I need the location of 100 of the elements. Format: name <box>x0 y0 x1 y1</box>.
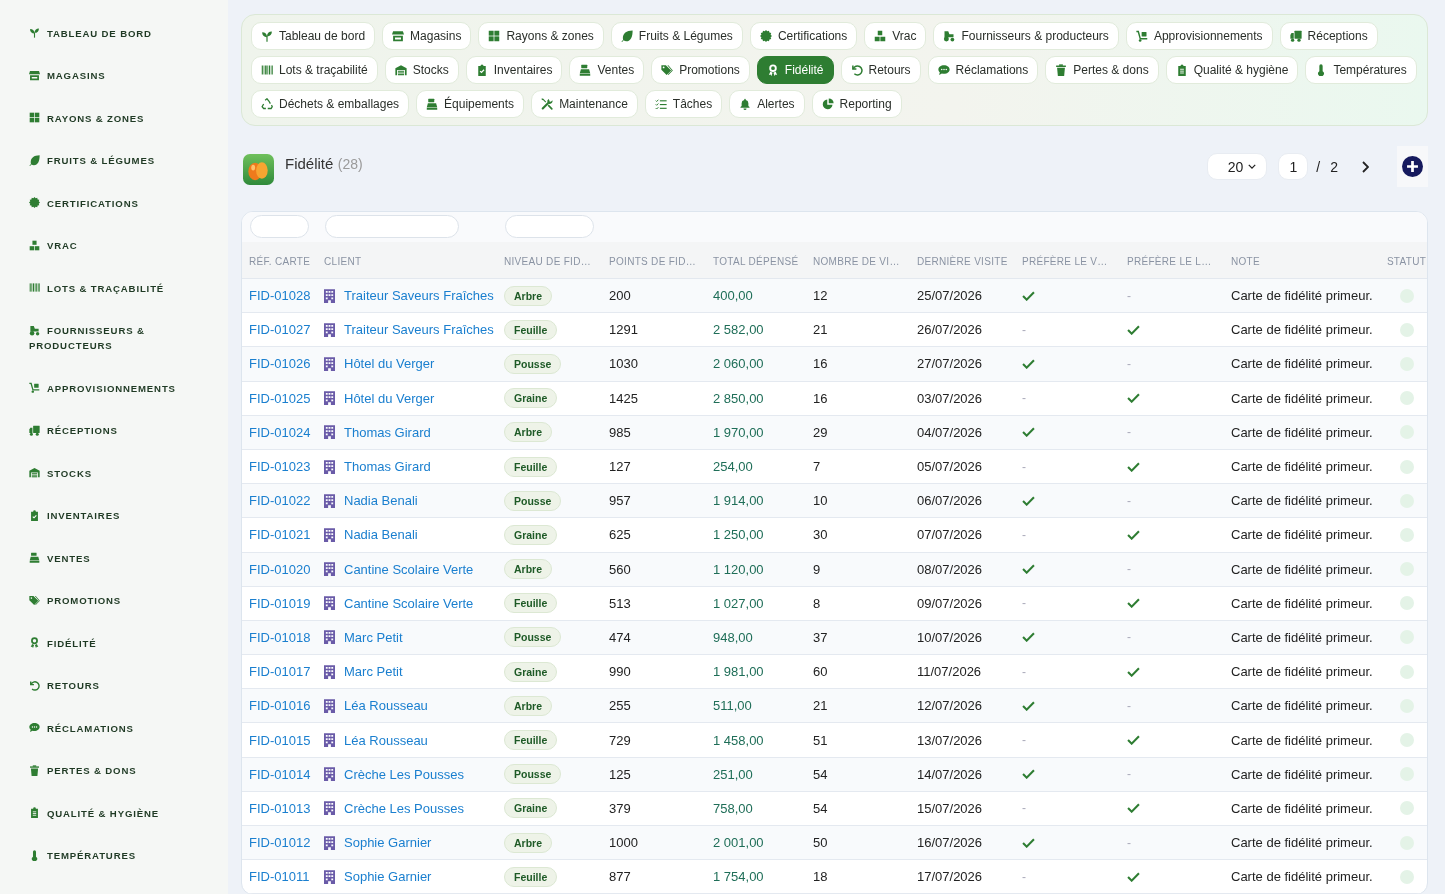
nav-tab[interactable]: Rayons & zones <box>478 22 604 50</box>
table-row[interactable]: FID-01019 Cantine Scolaire Verte Feuille 513 1 027,00 8 09/07/2026 - Carte de fidélité primeur. <box>242 586 1427 621</box>
nav-tab[interactable]: Pertes & dons <box>1045 56 1159 84</box>
page-size-select[interactable]: 20 <box>1206 153 1268 180</box>
sidebar-item[interactable]: FRUITS & LÉGUMES <box>0 139 228 182</box>
nav-tab[interactable]: Réceptions <box>1279 22 1378 50</box>
nav-tab[interactable]: Stocks <box>384 56 459 84</box>
table-row[interactable]: FID-01012 Sophie Garnier Arbre 1000 2 001,00 50 16/07/2026 - Carte de fidélité primeur. <box>242 826 1427 861</box>
nav-tab[interactable]: Certifications <box>749 22 858 50</box>
nav-tab[interactable]: Lots & traçabilité <box>251 56 378 84</box>
card-ref-link[interactable]: FID-01011 <box>249 869 310 885</box>
nav-tab[interactable]: Fidélité <box>756 56 834 84</box>
nav-tab[interactable]: Déchets & emballages <box>251 90 410 118</box>
client-link[interactable]: Hôtel du Verger <box>344 356 435 372</box>
sidebar-item[interactable]: FOURNISSEURS & PRODUCTEURS <box>0 309 228 367</box>
card-ref-link[interactable]: FID-01024 <box>249 424 311 440</box>
nav-tab[interactable]: Reporting <box>811 90 902 118</box>
sidebar-item[interactable]: VENTES <box>0 537 228 580</box>
client-link[interactable]: Marc Petit <box>344 629 403 645</box>
sidebar-item[interactable]: LOTS & TRAÇABILITÉ <box>0 267 228 310</box>
nav-tab[interactable]: Promotions <box>651 56 750 84</box>
client-link[interactable]: Léa Rousseau <box>344 732 428 748</box>
client-link[interactable]: Nadia Benali <box>344 527 418 543</box>
client-link[interactable]: Nadia Benali <box>344 493 418 509</box>
filter-field[interactable] <box>325 215 459 238</box>
client-link[interactable]: Sophie Garnier <box>344 869 432 885</box>
nav-tab[interactable]: Alertes <box>729 90 805 118</box>
sidebar-item[interactable]: MAGASINS <box>0 54 228 97</box>
card-ref-link[interactable]: FID-01022 <box>249 493 311 509</box>
filter-field[interactable] <box>505 215 594 238</box>
nav-tab[interactable]: Réclamations <box>927 56 1039 84</box>
sidebar-item[interactable]: RAYONS & ZONES <box>0 97 228 140</box>
sidebar-item[interactable]: VRAC <box>0 224 228 267</box>
sidebar-item[interactable]: RÉCLAMATIONS <box>0 707 228 750</box>
sidebar-item[interactable]: PROMOTIONS <box>0 579 228 622</box>
client-link[interactable]: Crèche Les Pousses <box>344 800 464 816</box>
sidebar-item[interactable]: FIDÉLITÉ <box>0 622 228 665</box>
nav-tab[interactable]: Équipements <box>416 90 525 118</box>
nav-tab[interactable]: Magasins <box>382 22 472 50</box>
sidebar-item[interactable]: RETOURS <box>0 664 228 707</box>
card-ref-link[interactable]: FID-01020 <box>249 561 311 577</box>
add-button[interactable] <box>1397 146 1428 187</box>
sidebar-item[interactable]: INVENTAIRES <box>0 494 228 537</box>
sidebar-item[interactable]: STOCKS <box>0 452 228 495</box>
nav-tab[interactable]: Maintenance <box>531 90 638 118</box>
card-ref-link[interactable]: FID-01027 <box>249 322 311 338</box>
nav-tab[interactable]: Températures <box>1305 56 1417 84</box>
client-link[interactable]: Sophie Garnier <box>344 835 432 851</box>
nav-tab[interactable]: Inventaires <box>465 56 563 84</box>
card-ref-link[interactable]: FID-01019 <box>249 595 311 611</box>
nav-tab[interactable]: Tableau de bord <box>251 22 376 50</box>
card-ref-link[interactable]: FID-01013 <box>249 800 311 816</box>
table-row[interactable]: FID-01021 Nadia Benali Graine 625 1 250,00 30 07/07/2026 - Carte de fidélité primeur. <box>242 518 1427 553</box>
card-ref-link[interactable]: FID-01018 <box>249 629 311 645</box>
table-row[interactable]: FID-01018 Marc Petit Pousse 474 948,00 37 10/07/2026 - Carte de fidélité primeur. <box>242 620 1427 656</box>
sidebar-item[interactable]: TEMPÉRATURES <box>0 834 228 877</box>
table-row[interactable]: FID-01016 Léa Rousseau Arbre 255 511,00 21 12/07/2026 - Carte de fidélité primeur. <box>242 689 1427 724</box>
table-row[interactable]: FID-01028 Traiteur Saveurs Fraîches Arbre 200 400,00 12 25/07/2026 - Carte de fidélité primeur. <box>242 279 1427 314</box>
card-ref-link[interactable]: FID-01026 <box>249 356 311 372</box>
sidebar-item[interactable]: APPROVISIONNEMENTS <box>0 367 228 410</box>
card-ref-link[interactable]: FID-01021 <box>249 527 311 543</box>
client-link[interactable]: Traiteur Saveurs Fraîches <box>344 322 494 338</box>
client-link[interactable]: Léa Rousseau <box>344 698 428 714</box>
sidebar-item[interactable]: RÉCEPTIONS <box>0 409 228 452</box>
sidebar-item[interactable]: CERTIFICATIONS <box>0 182 228 225</box>
filter-field[interactable] <box>250 215 309 238</box>
client-link[interactable]: Crèche Les Pousses <box>344 766 464 782</box>
page-input[interactable]: 1 <box>1278 153 1309 180</box>
table-row[interactable]: FID-01015 Léa Rousseau Feuille 729 1 458,00 51 13/07/2026 - Carte de fidélité primeur. <box>242 723 1427 758</box>
client-link[interactable]: Thomas Girard <box>344 459 431 475</box>
card-ref-link[interactable]: FID-01015 <box>249 732 311 748</box>
table-row[interactable]: FID-01025 Hôtel du Verger Graine 1425 2 850,00 16 03/07/2026 - Carte de fidélité primeur. <box>242 381 1427 416</box>
nav-tab[interactable]: Fournisseurs & producteurs <box>933 22 1119 50</box>
client-link[interactable]: Thomas Girard <box>344 424 431 440</box>
card-ref-link[interactable]: FID-01012 <box>249 835 311 851</box>
card-ref-link[interactable]: FID-01017 <box>249 664 311 680</box>
table-row[interactable]: FID-01026 Hôtel du Verger Pousse 1030 2 060,00 16 27/07/2026 - Carte de fidélité primeur. <box>242 347 1427 382</box>
table-row[interactable]: FID-01022 Nadia Benali Pousse 957 1 914,00 10 06/07/2026 - Carte de fidélité primeur. <box>242 484 1427 519</box>
client-link[interactable]: Cantine Scolaire Verte <box>344 595 474 611</box>
table-row[interactable]: FID-01020 Cantine Scolaire Verte Arbre 560 1 120,00 9 08/07/2026 - Carte de fidélité primeur. <box>242 552 1427 587</box>
card-ref-link[interactable]: FID-01025 <box>249 390 311 406</box>
nav-tab[interactable]: Qualité & hygiène <box>1165 56 1299 84</box>
client-link[interactable]: Hôtel du Verger <box>344 390 435 406</box>
card-ref-link[interactable]: FID-01023 <box>249 459 311 475</box>
card-ref-link[interactable]: FID-01014 <box>249 766 311 782</box>
client-link[interactable]: Traiteur Saveurs Fraîches <box>344 288 494 304</box>
nav-tab[interactable]: Approvisionnements <box>1125 22 1273 50</box>
card-ref-link[interactable]: FID-01016 <box>249 698 311 714</box>
sidebar-item[interactable]: PERTES & DONS <box>0 749 228 792</box>
client-link[interactable]: Cantine Scolaire Verte <box>344 561 474 577</box>
nav-tab[interactable]: Fruits & Légumes <box>610 22 743 50</box>
nav-tab[interactable]: Vrac <box>864 22 927 50</box>
card-ref-link[interactable]: FID-01028 <box>249 288 311 304</box>
nav-tab[interactable]: Retours <box>840 56 921 84</box>
client-link[interactable]: Marc Petit <box>344 664 403 680</box>
nav-tab[interactable]: Tâches <box>644 90 723 118</box>
table-row[interactable]: FID-01011 Sophie Garnier Feuille 877 1 754,00 18 17/07/2026 - Carte de fidélité primeur. <box>242 860 1427 894</box>
sidebar-item[interactable]: TABLEAU DE BORD <box>0 12 228 55</box>
nav-tab[interactable]: Ventes <box>569 56 645 84</box>
table-row[interactable]: FID-01014 Crèche Les Pousses Pousse 125 251,00 54 14/07/2026 - Carte de fidélité primeur. <box>242 757 1427 792</box>
